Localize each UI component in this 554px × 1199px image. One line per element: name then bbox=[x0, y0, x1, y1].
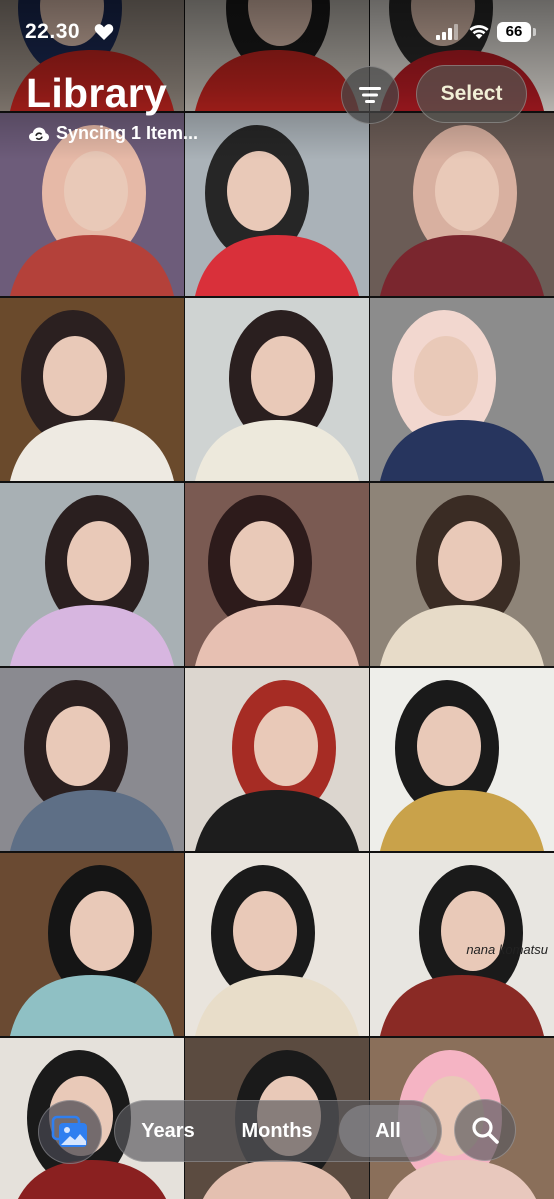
photo-image bbox=[370, 668, 554, 851]
photo-grid[interactable]: nana komatsu bbox=[0, 0, 554, 1199]
page-title: Library bbox=[26, 70, 168, 116]
photo-image bbox=[0, 853, 184, 1036]
photo-image bbox=[370, 298, 554, 481]
photo-thumbnail[interactable] bbox=[370, 483, 554, 666]
photo-image bbox=[185, 668, 369, 851]
filter-lines-icon bbox=[359, 87, 381, 103]
battery-icon: 66 bbox=[497, 22, 531, 42]
heart-icon bbox=[94, 24, 114, 40]
photo-image bbox=[185, 113, 369, 296]
photo-thumbnail[interactable] bbox=[185, 298, 369, 481]
segment-all[interactable]: All bbox=[339, 1105, 437, 1157]
search-button[interactable] bbox=[454, 1099, 516, 1161]
sync-status-text: Syncing 1 Item... bbox=[56, 123, 199, 143]
photo-image bbox=[0, 668, 184, 851]
sync-status[interactable]: Syncing 1 Item... bbox=[28, 123, 198, 144]
photo-thumbnail[interactable] bbox=[0, 483, 184, 666]
wifi-icon bbox=[469, 25, 489, 39]
search-icon bbox=[472, 1117, 499, 1144]
photo-image bbox=[0, 298, 184, 481]
photo-thumbnail[interactable] bbox=[370, 113, 554, 296]
photo-thumbnail[interactable] bbox=[0, 853, 184, 1036]
photo-thumbnail[interactable] bbox=[185, 853, 369, 1036]
signal-icon bbox=[436, 24, 458, 40]
photo-image bbox=[370, 483, 554, 666]
photo-image bbox=[185, 483, 369, 666]
photo-thumbnail[interactable] bbox=[370, 298, 554, 481]
photo-thumbnail[interactable] bbox=[185, 483, 369, 666]
photos-library-screen: nana komatsu 22.30 66 Library Syncing 1 … bbox=[0, 0, 554, 1199]
segment-years[interactable]: Years bbox=[123, 1101, 213, 1161]
status-bar: 22.30 66 bbox=[0, 0, 554, 60]
photo-caption: nana komatsu bbox=[466, 942, 548, 957]
segment-months[interactable]: Months bbox=[227, 1101, 327, 1161]
photo-thumbnail[interactable] bbox=[370, 668, 554, 851]
status-time: 22.30 bbox=[25, 20, 81, 43]
photo-library-icon bbox=[51, 1115, 87, 1147]
photo-thumbnail[interactable] bbox=[185, 113, 369, 296]
timeline-segmented-control: Years Months All bbox=[114, 1100, 442, 1162]
battery-cap bbox=[533, 28, 536, 36]
photo-image bbox=[185, 853, 369, 1036]
photo-thumbnail[interactable]: nana komatsu bbox=[370, 853, 554, 1036]
photo-image bbox=[0, 483, 184, 666]
library-button[interactable] bbox=[38, 1100, 102, 1164]
photo-image bbox=[185, 298, 369, 481]
photo-thumbnail[interactable] bbox=[0, 668, 184, 851]
select-button[interactable]: Select bbox=[416, 65, 527, 123]
cloud-sync-icon bbox=[29, 127, 49, 141]
filter-button[interactable] bbox=[341, 66, 399, 124]
photo-image bbox=[370, 113, 554, 296]
photo-thumbnail[interactable] bbox=[0, 298, 184, 481]
photo-thumbnail[interactable] bbox=[185, 668, 369, 851]
